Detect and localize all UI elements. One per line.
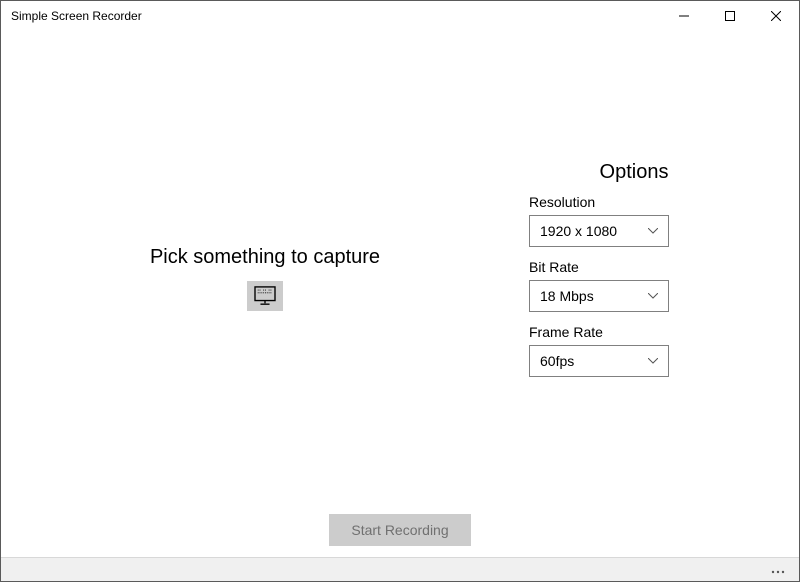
framerate-select[interactable]: 60fps [529, 345, 669, 377]
capture-panel: Pick something to capture [1, 31, 529, 581]
titlebar: Simple Screen Recorder [1, 1, 799, 31]
action-bar: Start Recording [1, 514, 799, 546]
options-heading: Options [564, 161, 704, 184]
content-area: Pick something to capture Options Resolu… [1, 31, 799, 581]
minimize-icon [679, 11, 689, 21]
status-bar [1, 557, 799, 581]
resolution-field: Resolution 1920 x 1080 [529, 194, 739, 247]
app-window: Simple Screen Recorder Pick something to… [0, 0, 800, 582]
chevron-down-icon [638, 293, 668, 299]
start-recording-button[interactable]: Start Recording [329, 514, 470, 546]
bitrate-value: 18 Mbps [540, 288, 638, 304]
framerate-field: Frame Rate 60fps [529, 324, 739, 377]
capture-heading: Pick something to capture [150, 246, 380, 269]
options-panel: Options Resolution 1920 x 1080 Bit Rate … [529, 31, 799, 581]
ellipsis-icon [771, 570, 785, 574]
more-options-button[interactable] [771, 561, 785, 579]
window-title: Simple Screen Recorder [11, 9, 661, 23]
monitor-icon [254, 286, 276, 306]
pick-source-button[interactable] [247, 281, 283, 311]
chevron-down-icon [638, 358, 668, 364]
bitrate-select[interactable]: 18 Mbps [529, 280, 669, 312]
bitrate-field: Bit Rate 18 Mbps [529, 259, 739, 312]
maximize-icon [725, 11, 735, 21]
bitrate-label: Bit Rate [529, 259, 739, 275]
minimize-button[interactable] [661, 1, 707, 31]
framerate-label: Frame Rate [529, 324, 739, 340]
framerate-value: 60fps [540, 353, 638, 369]
resolution-label: Resolution [529, 194, 739, 210]
close-icon [771, 11, 781, 21]
chevron-down-icon [638, 228, 668, 234]
close-button[interactable] [753, 1, 799, 31]
resolution-value: 1920 x 1080 [540, 223, 638, 239]
maximize-button[interactable] [707, 1, 753, 31]
resolution-select[interactable]: 1920 x 1080 [529, 215, 669, 247]
